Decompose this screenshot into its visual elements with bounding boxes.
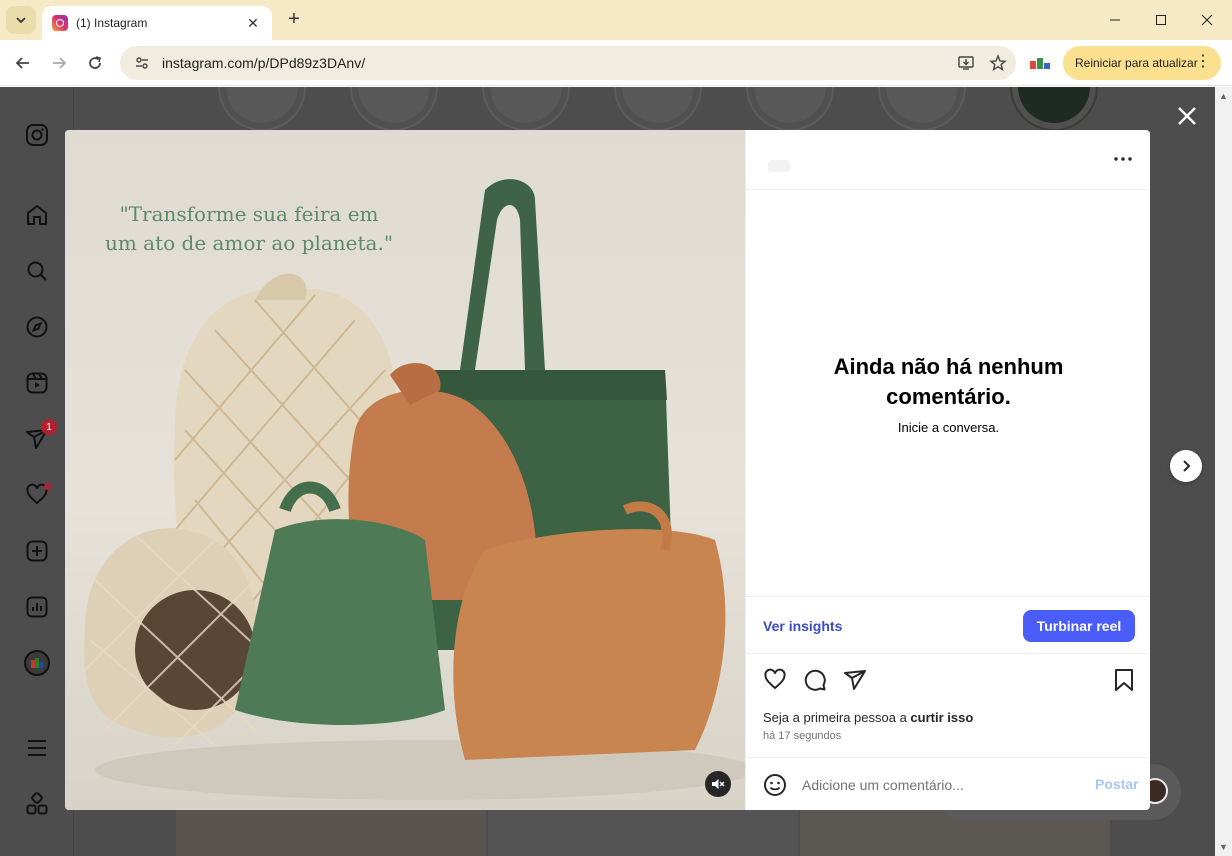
minimize-icon <box>1110 19 1120 21</box>
back-button[interactable] <box>10 50 36 76</box>
browser-toolbar: instagram.com/p/DPd89z3DAnv/ Reiniciar p… <box>0 40 1232 86</box>
also-from-meta-icon[interactable] <box>23 790 51 818</box>
quote-line: um ato de amor ao planeta." <box>104 231 394 255</box>
extension-icon[interactable] <box>1028 52 1052 74</box>
explore-icon[interactable] <box>23 313 51 341</box>
browser-tab[interactable]: (1) Instagram ✕ <box>42 6 272 40</box>
tab-close-icon[interactable]: ✕ <box>244 15 262 32</box>
no-comments-subtitle: Inicie a conversa. <box>897 420 1000 435</box>
modal-close-button[interactable] <box>1174 103 1200 129</box>
muted-speaker-icon <box>712 779 725 789</box>
heart-icon <box>764 668 786 690</box>
post-thumbnail[interactable] <box>488 809 798 856</box>
close-icon <box>1201 14 1213 26</box>
install-app-icon[interactable] <box>952 49 980 77</box>
post-comment-button[interactable]: Postar <box>1095 776 1139 792</box>
notification-dot <box>44 483 51 490</box>
likes-prefix: Seja a primeira pessoa a <box>763 710 911 725</box>
star-icon[interactable] <box>984 49 1012 77</box>
comment-input[interactable] <box>802 770 1072 800</box>
reload-button[interactable] <box>82 50 108 76</box>
maximize-icon <box>1156 15 1166 25</box>
story-highlight[interactable] <box>218 87 306 131</box>
quote-line: "Transforme sua feira em <box>119 202 379 226</box>
address-bar[interactable]: instagram.com/p/DPd89z3DAnv/ <box>120 46 1016 80</box>
tab-title: (1) Instagram <box>76 16 148 30</box>
comment-button[interactable] <box>801 666 829 694</box>
url-text: instagram.com/p/DPd89z3DAnv/ <box>162 55 366 71</box>
create-icon[interactable] <box>23 537 51 565</box>
new-tab-button[interactable]: + <box>282 8 306 32</box>
no-comments-line: comentário. <box>886 384 1011 409</box>
story-highlight[interactable] <box>1010 87 1098 131</box>
no-comments-line: Ainda não há nenhum <box>833 354 1064 379</box>
update-browser-button[interactable]: Reiniciar para atualizar ⋮ <box>1063 46 1221 80</box>
share-button[interactable] <box>841 666 869 694</box>
notifications-icon[interactable] <box>23 481 51 509</box>
forward-button[interactable] <box>46 50 72 76</box>
story-highlight[interactable] <box>482 87 570 131</box>
messages-badge: 1 <box>41 419 57 435</box>
like-button[interactable] <box>761 666 789 694</box>
messages-icon[interactable]: 1 <box>23 419 57 453</box>
post-modal: "Transforme sua feira em um ato de amor … <box>65 130 1150 810</box>
reload-icon <box>89 56 101 69</box>
post-options-button[interactable] <box>1110 148 1136 170</box>
save-button[interactable] <box>1110 666 1138 694</box>
site-settings-icon[interactable] <box>132 53 152 73</box>
more-menu-icon[interactable] <box>23 734 51 762</box>
story-highlight[interactable] <box>350 87 438 131</box>
window-close-button[interactable] <box>1184 0 1230 40</box>
update-label: Reiniciar para atualizar <box>1075 56 1198 70</box>
send-icon <box>844 670 866 690</box>
post-quote: "Transforme sua feira em um ato de amor … <box>89 200 409 258</box>
reels-icon[interactable] <box>23 369 51 397</box>
maximize-button[interactable] <box>1138 0 1184 40</box>
insights-bar: Ver insights Turbinar reel <box>746 596 1150 654</box>
scroll-down-icon[interactable]: ▼ <box>1219 842 1228 852</box>
browser-titlebar: (1) Instagram ✕ + <box>0 0 1232 40</box>
boost-reel-button[interactable]: Turbinar reel <box>1023 610 1135 642</box>
comments-panel: Ainda não há nenhum comentário. Inicie a… <box>745 130 1150 810</box>
story-highlight[interactable] <box>878 87 966 131</box>
post-thumbnail[interactable] <box>176 809 486 856</box>
post-actions <box>746 664 1150 698</box>
story-highlight[interactable] <box>614 87 702 131</box>
more-horizontal-icon <box>1114 157 1132 161</box>
bookmark-icon <box>1115 669 1133 691</box>
minimize-button[interactable] <box>1092 0 1138 40</box>
instagram-logo-icon[interactable] <box>23 121 51 149</box>
comment-composer: Postar <box>746 757 1150 810</box>
dashboard-icon[interactable] <box>23 593 51 621</box>
kebab-menu-icon[interactable]: ⋮ <box>1195 52 1211 72</box>
post-timestamp[interactable]: há 17 segundos <box>763 730 841 742</box>
no-comments-title: Ainda não há nenhum comentário. <box>746 352 1150 412</box>
tab-search-button[interactable] <box>6 6 36 34</box>
page-scrollbar[interactable]: ▲ ▼ <box>1215 87 1232 856</box>
profile-avatar-icon[interactable] <box>23 649 51 677</box>
story-highlight[interactable] <box>746 87 834 131</box>
post-header <box>746 130 1150 190</box>
post-media[interactable]: "Transforme sua feira em um ato de amor … <box>65 130 745 810</box>
author-avatar[interactable] <box>768 160 790 172</box>
home-icon[interactable] <box>23 201 51 229</box>
forward-icon <box>53 57 67 69</box>
instagram-favicon <box>52 15 68 31</box>
instagram-sidebar: 1 <box>0 87 74 856</box>
search-icon[interactable] <box>23 257 51 285</box>
comment-icon <box>804 669 826 691</box>
emoji-button[interactable] <box>762 772 788 798</box>
emoji-icon <box>764 774 786 796</box>
chevron-down-icon <box>16 17 26 24</box>
chevron-right-icon <box>1183 460 1191 472</box>
close-icon <box>1178 107 1196 125</box>
back-icon <box>15 57 29 69</box>
next-post-button[interactable] <box>1170 450 1202 482</box>
mute-button[interactable] <box>705 771 731 797</box>
view-insights-link[interactable]: Ver insights <box>763 618 842 634</box>
likes-text: Seja a primeira pessoa a curtir isso <box>763 710 973 725</box>
like-it-link[interactable]: curtir isso <box>910 710 973 725</box>
scroll-up-icon[interactable]: ▲ <box>1219 91 1228 101</box>
